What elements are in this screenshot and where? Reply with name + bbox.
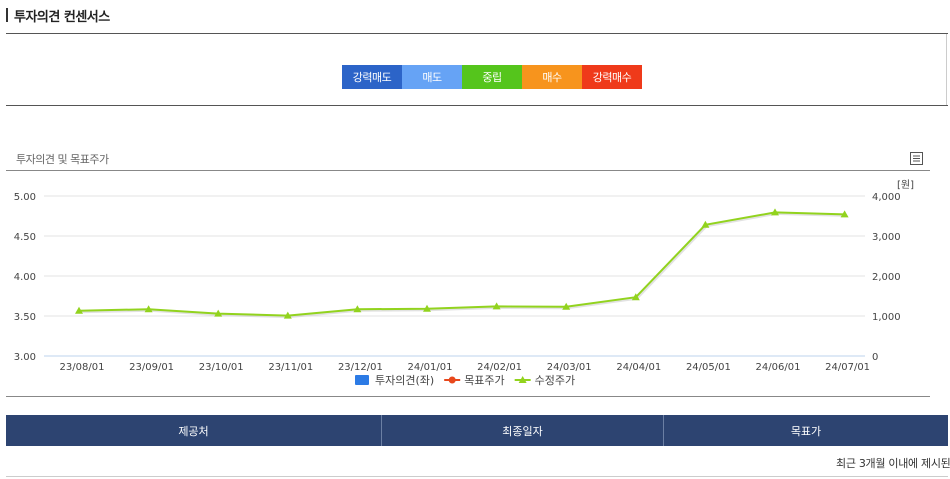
page-title: 투자의견 컨센서스 bbox=[14, 9, 110, 25]
title-marker bbox=[6, 8, 8, 22]
opinion-buy: 매수 bbox=[522, 65, 582, 89]
y-left-tick-label: 3.00 bbox=[14, 352, 36, 363]
x-tick-label: 24/07/01 bbox=[825, 362, 870, 373]
x-tick-label: 24/01/01 bbox=[408, 362, 453, 373]
divider bbox=[6, 105, 948, 106]
column-provider[interactable]: 제공처 bbox=[6, 415, 382, 446]
x-tick-label: 23/08/01 bbox=[60, 362, 105, 373]
legend-label: 수정주가 bbox=[535, 374, 575, 387]
y-right-tick-label: 2,000 bbox=[872, 272, 901, 283]
consensus-table-header: 제공처 최종일자 목표가 bbox=[6, 415, 948, 446]
x-tick-label: 23/10/01 bbox=[199, 362, 244, 373]
divider bbox=[6, 476, 948, 477]
opinion-neutral: 중립 bbox=[462, 65, 522, 89]
x-tick-label: 23/12/01 bbox=[338, 362, 383, 373]
y-left-tick-label: 3.50 bbox=[14, 312, 36, 323]
opinion-strong-sell: 강력매도 bbox=[342, 65, 402, 89]
y-right-tick-label: 1,000 bbox=[872, 312, 901, 323]
x-tick-label: 24/06/01 bbox=[756, 362, 801, 373]
opinion-sell: 매도 bbox=[402, 65, 462, 89]
legend-marker bbox=[355, 375, 369, 385]
column-target-price[interactable]: 목표가 bbox=[664, 415, 948, 446]
divider-vertical bbox=[946, 34, 947, 106]
y-left-tick-label: 4.50 bbox=[14, 232, 36, 243]
y-left-tick-label: 5.00 bbox=[14, 192, 36, 203]
series-line bbox=[78, 211, 845, 317]
y-right-tick-label: 3,000 bbox=[872, 232, 901, 243]
divider bbox=[6, 396, 930, 397]
x-tick-label: 23/11/01 bbox=[268, 362, 313, 373]
y-right-unit-label: [원] bbox=[897, 179, 914, 191]
opinion-strong-buy: 강력매수 bbox=[582, 65, 642, 89]
x-tick-label: 24/04/01 bbox=[616, 362, 661, 373]
series-shadow bbox=[79, 211, 846, 319]
column-last-date[interactable]: 최종일자 bbox=[382, 415, 664, 446]
y-left-tick-label: 4.00 bbox=[14, 272, 36, 283]
legend-label: 목표주가 bbox=[464, 374, 504, 387]
legend-marker bbox=[448, 376, 456, 384]
x-tick-label: 24/05/01 bbox=[686, 362, 731, 373]
legend-label: 투자의견(좌) bbox=[375, 374, 434, 387]
x-tick-label: 24/02/01 bbox=[477, 362, 522, 373]
opinion-scale: 강력매도 매도 중립 매수 강력매수 bbox=[342, 65, 642, 89]
x-tick-label: 24/03/01 bbox=[547, 362, 592, 373]
chart-title: 투자의견 및 목표주가 bbox=[16, 153, 109, 166]
y-right-tick-label: 0 bbox=[872, 352, 878, 363]
y-right-tick-label: 4,000 bbox=[872, 192, 901, 203]
price-opinion-chart: 3.00 3.50 4.00 4.50 5.00 0 1,000 2,000 3,000 4,00… bbox=[14, 179, 914, 387]
x-tick-label: 23/09/01 bbox=[129, 362, 174, 373]
divider bbox=[6, 33, 948, 34]
section-header: 투자의견 컨센서스 bbox=[6, 6, 110, 25]
table-notice: 최근 3개월 이내에 제시된 bbox=[836, 457, 950, 470]
list-icon[interactable] bbox=[909, 151, 924, 166]
